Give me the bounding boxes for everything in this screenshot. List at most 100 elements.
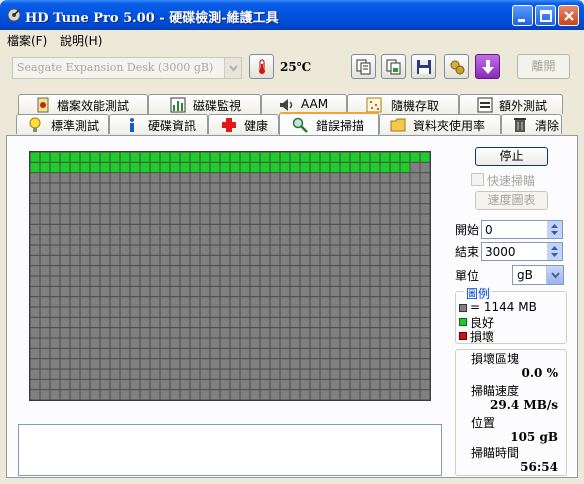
scan-block-pending <box>350 390 360 400</box>
scan-block-pending <box>170 214 180 224</box>
scan-block-pending <box>100 348 110 359</box>
error-scan-panel: 停止 快速掃瞄 速度圖表 開始 0 結束 3000 單位 gB 圖例 = 114… <box>6 135 578 478</box>
scan-block-pending <box>280 173 290 183</box>
scan-block-pending <box>260 235 270 245</box>
chevron-down-icon[interactable] <box>224 58 241 78</box>
scan-block-pending <box>180 307 190 317</box>
scan-block-pending <box>30 183 40 193</box>
scan-block-pending <box>240 173 250 183</box>
scan-block-pending <box>150 183 160 193</box>
speed-map-button[interactable]: 速度圖表 <box>475 191 548 210</box>
scan-block-good <box>150 152 160 162</box>
start-input[interactable]: 0 <box>481 220 563 239</box>
scan-block-pending <box>70 338 80 348</box>
minimize-button[interactable] <box>512 5 533 26</box>
scan-block-pending <box>150 204 160 214</box>
scan-block-pending <box>310 317 320 328</box>
quick-scan-checkbox[interactable] <box>471 173 484 186</box>
tab-disk-monitor[interactable]: 磁碟監視 <box>148 94 261 114</box>
tab-error-scan[interactable]: 錯誤掃描 <box>279 112 379 135</box>
scan-block-pending <box>60 328 70 338</box>
scan-block-pending <box>420 204 430 214</box>
close-button[interactable] <box>558 5 579 26</box>
save-button[interactable] <box>411 54 436 79</box>
tab-random-access[interactable]: 隨機存取 <box>347 94 459 114</box>
scan-block-pending <box>30 204 40 214</box>
scan-block-pending <box>410 286 420 297</box>
lightbulb-icon <box>27 117 43 133</box>
tab-health[interactable]: 健康 <box>208 114 279 134</box>
scan-block-pending <box>80 204 90 214</box>
spin-arrows-icon[interactable] <box>547 243 562 260</box>
options-button[interactable] <box>444 54 469 79</box>
title-bar[interactable]: HD Tune Pro 5.00 - 硬碟檢測-維護工具 <box>0 0 584 30</box>
scan-block-pending <box>100 297 110 307</box>
drive-select[interactable]: Seagate Expansion Desk (3000 gB) <box>12 57 242 79</box>
scan-block-pending <box>140 214 150 224</box>
scan-block-pending <box>340 379 350 390</box>
scan-block-pending <box>350 328 360 338</box>
scan-block-pending <box>320 307 330 317</box>
scan-block-pending <box>100 255 110 266</box>
scan-log[interactable] <box>18 424 442 476</box>
maximize-button[interactable] <box>535 5 556 26</box>
scan-block-pending <box>80 286 90 297</box>
scan-block-grid <box>29 151 431 401</box>
scan-block-pending <box>60 276 70 286</box>
scan-block-pending <box>190 307 200 317</box>
scan-block-pending <box>180 224 190 235</box>
scan-block-pending <box>420 307 430 317</box>
scan-block-pending <box>320 369 330 379</box>
scan-block-pending <box>100 266 110 276</box>
scan-block-pending <box>300 183 310 193</box>
tab-benchmark[interactable]: 標準測試 <box>16 114 109 134</box>
scan-block-good <box>190 162 200 173</box>
scan-block-pending <box>390 348 400 359</box>
chevron-down-icon[interactable] <box>546 266 563 284</box>
scan-block-pending <box>210 359 220 369</box>
scan-block-pending <box>210 276 220 286</box>
scan-block-pending <box>330 317 340 328</box>
copy-image-button[interactable] <box>381 54 406 79</box>
tab-erase[interactable]: 清除 <box>501 114 562 134</box>
tab-disk-info[interactable]: 硬碟資訊 <box>109 114 208 134</box>
scan-block-pending <box>220 379 230 390</box>
unit-select[interactable]: gB <box>512 265 564 285</box>
tab-folder-usage[interactable]: 資料夾使用率 <box>379 114 501 134</box>
scan-block-pending <box>30 348 40 359</box>
scan-block-pending <box>250 338 260 348</box>
scan-block-pending <box>200 235 210 245</box>
end-input[interactable]: 3000 <box>481 242 563 261</box>
scan-block-pending <box>190 328 200 338</box>
scan-block-pending <box>270 348 280 359</box>
scan-block-pending <box>320 328 330 338</box>
scan-block-pending <box>280 266 290 276</box>
temperature-button[interactable] <box>249 54 274 79</box>
menu-help[interactable]: 說明(H) <box>60 32 102 49</box>
scan-block-pending <box>60 390 70 400</box>
scan-block-good <box>270 162 280 173</box>
scan-block-pending <box>170 255 180 266</box>
spin-arrows-icon[interactable] <box>547 221 562 238</box>
scan-block-pending <box>250 328 260 338</box>
scan-block-pending <box>270 255 280 266</box>
tab-aam[interactable]: AAM <box>261 94 347 114</box>
scan-block-pending <box>410 317 420 328</box>
copy-text-button[interactable] <box>351 54 376 79</box>
tab-file-benchmark[interactable]: 檔案效能測試 <box>18 94 148 114</box>
scan-block-pending <box>350 266 360 276</box>
scan-block-pending <box>270 286 280 297</box>
scan-block-pending <box>420 183 430 193</box>
exit-button[interactable]: 離開 <box>517 54 570 79</box>
scan-block-pending <box>390 297 400 307</box>
scan-block-pending <box>100 173 110 183</box>
download-button[interactable] <box>475 54 500 79</box>
scan-block-pending <box>270 235 280 245</box>
menu-file[interactable]: 檔案(F) <box>7 32 47 49</box>
scan-block-pending <box>330 276 340 286</box>
tab-extra-tests[interactable]: 額外測試 <box>459 94 563 114</box>
stop-button[interactable]: 停止 <box>475 147 548 166</box>
scan-block-pending <box>180 266 190 276</box>
scan-block-pending <box>390 173 400 183</box>
scan-block-pending <box>40 235 50 245</box>
